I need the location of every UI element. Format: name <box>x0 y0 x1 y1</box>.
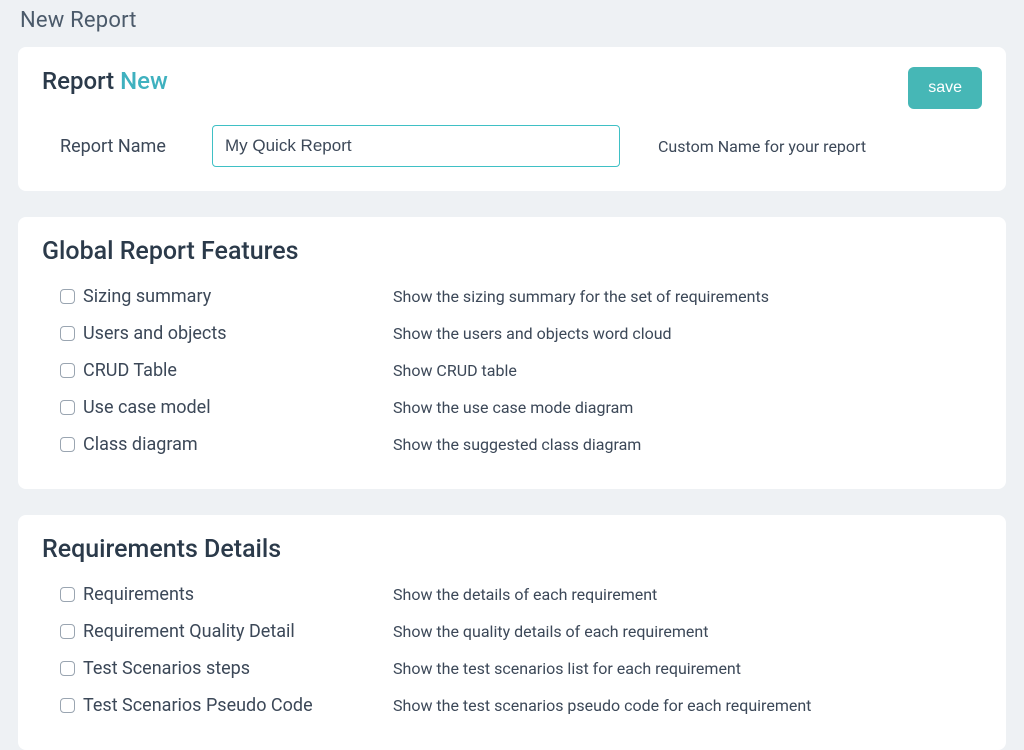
feature-desc: Show the details of each requirement <box>393 585 657 604</box>
global-features-title: Global Report Features <box>42 237 982 266</box>
feature-label: Sizing summary <box>83 286 393 307</box>
report-name-label: Report Name <box>42 136 182 157</box>
feature-row-test-scenarios-pseudo: Test Scenarios Pseudo Code Show the test… <box>42 689 982 726</box>
requirements-details-card: Requirements Details Requirements Show t… <box>18 515 1006 750</box>
feature-desc: Show the test scenarios list for each re… <box>393 659 741 678</box>
feature-row-class-diagram: Class diagram Show the suggested class d… <box>42 428 982 465</box>
checkbox-use-case-model[interactable] <box>60 400 75 415</box>
feature-desc: Show the quality details of each require… <box>393 622 708 641</box>
feature-label: Requirement Quality Detail <box>83 621 393 642</box>
feature-row-test-scenarios-steps: Test Scenarios steps Show the test scena… <box>42 652 982 689</box>
feature-row-sizing-summary: Sizing summary Show the sizing summary f… <box>42 280 982 317</box>
checkbox-sizing-summary[interactable] <box>60 289 75 304</box>
checkbox-crud-table[interactable] <box>60 363 75 378</box>
report-header: Report New save <box>42 67 982 109</box>
feature-row-use-case-model: Use case model Show the use case mode di… <box>42 391 982 428</box>
feature-label: Class diagram <box>83 434 393 455</box>
report-name-input[interactable] <box>212 125 620 167</box>
feature-label: Use case model <box>83 397 393 418</box>
checkbox-test-scenarios-steps[interactable] <box>60 661 75 676</box>
feature-desc: Show CRUD table <box>393 361 517 380</box>
feature-label: Users and objects <box>83 323 393 344</box>
feature-desc: Show the users and objects word cloud <box>393 324 672 343</box>
requirements-details-title: Requirements Details <box>42 535 982 564</box>
report-heading-suffix: New <box>120 67 168 95</box>
checkbox-req-quality-detail[interactable] <box>60 624 75 639</box>
report-heading-prefix: Report <box>42 67 114 95</box>
feature-row-crud-table: CRUD Table Show CRUD table <box>42 354 982 391</box>
feature-label: Test Scenarios Pseudo Code <box>83 695 393 716</box>
feature-label: CRUD Table <box>83 360 393 381</box>
feature-desc: Show the use case mode diagram <box>393 398 633 417</box>
checkbox-test-scenarios-pseudo[interactable] <box>60 698 75 713</box>
report-name-row: Report Name Custom Name for your report <box>42 125 982 167</box>
feature-label: Requirements <box>83 584 393 605</box>
checkbox-requirements[interactable] <box>60 587 75 602</box>
feature-desc: Show the sizing summary for the set of r… <box>393 287 769 306</box>
feature-desc: Show the suggested class diagram <box>393 435 641 454</box>
report-setup-card: Report New save Report Name Custom Name … <box>18 47 1006 191</box>
report-heading: Report New <box>42 67 168 95</box>
feature-row-users-objects: Users and objects Show the users and obj… <box>42 317 982 354</box>
feature-row-req-quality-detail: Requirement Quality Detail Show the qual… <box>42 615 982 652</box>
save-button[interactable]: save <box>908 67 982 109</box>
report-name-hint: Custom Name for your report <box>658 137 866 156</box>
feature-row-requirements: Requirements Show the details of each re… <box>42 578 982 615</box>
global-features-card: Global Report Features Sizing summary Sh… <box>18 217 1006 489</box>
feature-label: Test Scenarios steps <box>83 658 393 679</box>
feature-desc: Show the test scenarios pseudo code for … <box>393 696 811 715</box>
checkbox-users-objects[interactable] <box>60 326 75 341</box>
checkbox-class-diagram[interactable] <box>60 437 75 452</box>
page-title: New Report <box>18 0 1006 47</box>
